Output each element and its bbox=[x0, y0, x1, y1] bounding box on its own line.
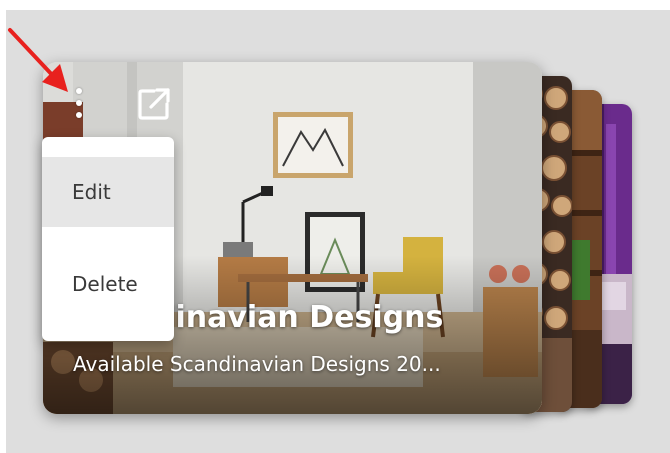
open-external-button[interactable] bbox=[134, 84, 174, 124]
menu-item-delete[interactable]: Delete bbox=[42, 249, 174, 319]
menu-item-edit[interactable]: Edit bbox=[42, 157, 174, 227]
more-options-button[interactable] bbox=[64, 84, 94, 122]
card-subtitle: Available Scandinavian Designs 20... bbox=[73, 352, 441, 376]
kebab-vertical-icon bbox=[76, 88, 82, 94]
open-external-icon bbox=[138, 88, 170, 120]
options-menu: Edit Delete bbox=[42, 137, 174, 341]
